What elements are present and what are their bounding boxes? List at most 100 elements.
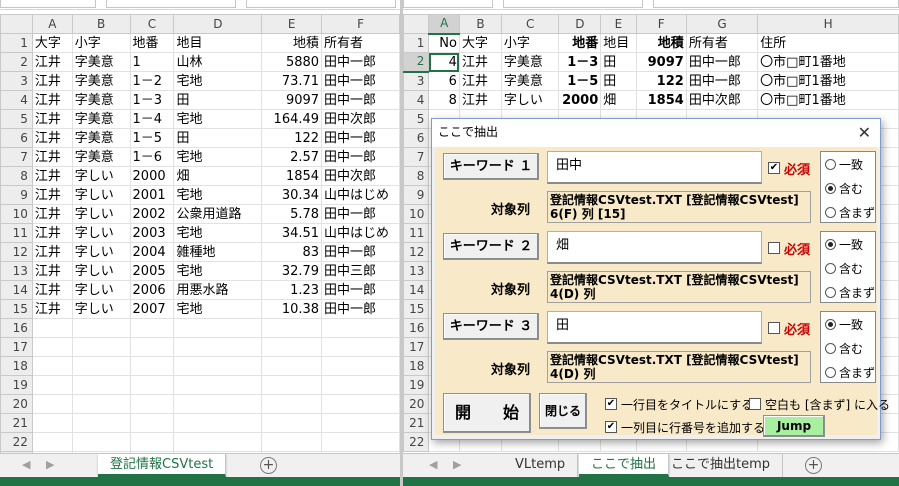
row-header[interactable]: 22 [0,432,33,452]
tab-csvtest[interactable]: 登記情報CSVtest [98,454,227,477]
cell[interactable]: 江井 [31,71,73,91]
row-header[interactable]: 19 [403,375,430,395]
cell[interactable]: 江井 [31,147,73,167]
cell[interactable]: 畑 [600,90,637,110]
row-header[interactable]: 21 [403,413,430,433]
cell[interactable]: 6 [428,71,460,91]
close-icon[interactable]: ✕ [858,119,871,146]
row-header[interactable]: 2 [403,52,430,73]
cell[interactable]: 5880 [261,52,323,72]
column-header[interactable]: A [428,14,460,35]
row-header[interactable]: 5 [0,109,33,129]
cell[interactable]: 34.51 [261,223,323,243]
cell[interactable]: 江井 [458,52,502,72]
cell[interactable]: 畑 [173,166,263,186]
row-header[interactable]: 14 [403,280,430,300]
cell[interactable] [31,432,73,452]
cell[interactable]: 宅地 [173,147,263,167]
cell[interactable]: 1854 [635,90,687,110]
cell[interactable]: 小字 [500,33,560,53]
cell[interactable] [129,413,175,433]
cell[interactable]: 9097 [261,90,323,110]
keyword2-input[interactable]: 畑 [547,231,762,264]
cell[interactable]: 江井 [31,280,73,300]
row-header[interactable]: 8 [0,166,33,186]
cell[interactable]: 江井 [31,90,73,110]
keyword1-opt-match[interactable]: 一致 [825,156,863,173]
cell[interactable]: 字しい [71,185,131,205]
row-header[interactable]: 16 [403,318,430,338]
cell[interactable]: 2000 [558,90,602,110]
cell[interactable] [321,432,400,452]
cell[interactable]: 1－5 [129,128,175,148]
tab-next-icon-right[interactable]: ▶ [453,458,461,471]
cell[interactable] [71,356,131,376]
cell[interactable]: 田中一郎 [321,280,400,300]
cell[interactable]: 江井 [31,242,73,262]
cell[interactable]: 江井 [31,299,73,319]
cell[interactable]: 江井 [31,223,73,243]
cell[interactable]: 田中一郎 [321,299,400,319]
keyword3-button[interactable]: キーワード ３ [443,313,539,340]
cell[interactable]: 字しい [71,299,131,319]
tab-vltemp[interactable]: VLtemp [503,454,579,477]
cell[interactable]: 所有者 [685,33,759,53]
cell[interactable] [173,413,263,433]
cell[interactable] [173,375,263,395]
keyword1-opt-exclude[interactable]: 含まず [825,204,875,221]
cell[interactable] [31,394,73,414]
cell[interactable] [71,375,131,395]
cell[interactable]: 83 [261,242,323,262]
row-header[interactable]: 2 [0,52,33,72]
cell[interactable]: 2005 [129,261,175,281]
cell[interactable]: 江井 [31,185,73,205]
cell[interactable]: 1－6 [129,147,175,167]
cell[interactable] [321,375,400,395]
cell[interactable]: 田中一郎 [321,71,400,91]
cell[interactable]: 字美意 [500,71,560,91]
cell[interactable]: 1.23 [261,280,323,300]
cell[interactable]: 10.38 [261,299,323,319]
cell[interactable] [261,413,323,433]
cell[interactable] [173,356,263,376]
cell[interactable]: 9097 [635,52,687,72]
cell[interactable] [261,356,323,376]
cell[interactable] [173,318,263,338]
row-header[interactable]: 17 [0,337,33,357]
cell[interactable]: 雑種地 [173,242,263,262]
close-button[interactable]: 閉じる [539,393,587,429]
cell[interactable] [261,337,323,357]
add-sheet-icon[interactable]: + [260,457,277,474]
cell[interactable]: 田中一郎 [685,52,759,72]
cell[interactable]: 2007 [129,299,175,319]
row-header[interactable]: 9 [0,185,33,205]
cell[interactable]: 所有者 [321,33,400,53]
cell[interactable]: 字しい [71,223,131,243]
keyword3-opt-exclude[interactable]: 含まず [825,364,875,381]
cell[interactable] [321,413,400,433]
cell[interactable]: 山中はじめ [321,223,400,243]
row-header[interactable]: 16 [0,318,33,338]
row-header[interactable]: 20 [403,394,430,414]
cell[interactable]: 宅地 [173,299,263,319]
row-header[interactable]: 11 [0,223,33,243]
cell[interactable]: 字美意 [71,128,131,148]
row-header[interactable]: 11 [403,223,430,243]
row-header[interactable]: 21 [0,413,33,433]
cell[interactable] [261,318,323,338]
tab-prev-icon-right[interactable]: ◀ [429,458,437,471]
column-header[interactable]: B [458,14,502,34]
cell[interactable] [129,432,175,452]
cell[interactable]: 字しい [71,242,131,262]
cell[interactable]: 地積 [261,33,323,53]
row-header[interactable]: 4 [403,90,430,110]
cell[interactable]: 2002 [129,204,175,224]
formula-input-ext[interactable] [246,0,396,8]
cell[interactable]: 田中次郎 [685,90,759,110]
cell[interactable]: 田 [600,52,637,72]
column-header[interactable]: C [500,14,560,34]
cell[interactable]: 田中一郎 [321,204,400,224]
cell[interactable]: 宅地 [173,185,263,205]
cell[interactable] [261,394,323,414]
cell[interactable] [71,432,131,452]
